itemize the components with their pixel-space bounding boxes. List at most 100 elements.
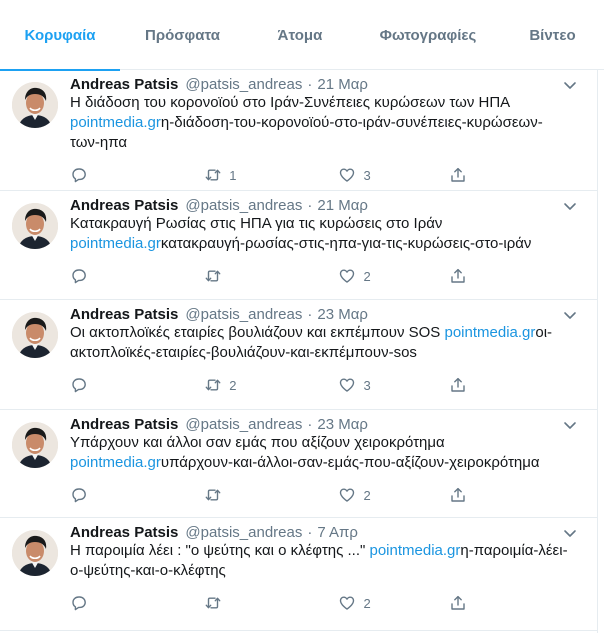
tweet[interactable]: Andreas Patsis @patsis_andreas · 21 Μαρ … (0, 70, 597, 191)
tweet-actions: 2 3 (70, 375, 597, 395)
retweet-button[interactable]: 1 (204, 166, 338, 184)
author-name[interactable]: Andreas Patsis (70, 524, 178, 541)
tweet-body: Κατακραυγή Ρωσίας στις ΗΠΑ για τις κυρώσ… (70, 215, 443, 232)
author-handle[interactable]: @patsis_andreas (185, 197, 302, 214)
author-name[interactable]: Andreas Patsis (70, 306, 178, 323)
retweet-icon (205, 597, 221, 609)
heart-icon (340, 168, 355, 182)
separator-dot: · (307, 76, 313, 93)
retweet-count: 2 (229, 377, 237, 393)
avatar-portrait-icon (12, 203, 58, 249)
tweet-timestamp[interactable]: 23 Μαρ (317, 306, 368, 323)
tweet[interactable]: Andreas Patsis @patsis_andreas · 23 Μαρ … (0, 300, 597, 410)
reply-button[interactable] (70, 267, 204, 285)
reply-icon (72, 168, 86, 183)
tweet-timestamp[interactable]: 21 Μαρ (317, 76, 368, 93)
retweet-icon (205, 489, 221, 501)
tweet-text: Η διάδοση του κορονοϊού στο Ιράν-Συνέπει… (70, 93, 597, 153)
tweet-text: Οι ακτοπλοϊκές εταιρίες βουλιάζουν και ε… (70, 323, 597, 363)
reply-icon (72, 488, 86, 503)
author-name[interactable]: Andreas Patsis (70, 416, 178, 433)
tweet-text: Η παροιμία λέει : "ο ψεύτης και ο κλέφτη… (70, 541, 597, 581)
share-icon (451, 167, 465, 182)
heart-icon (340, 378, 355, 392)
like-button[interactable]: 3 (338, 166, 449, 184)
author-handle[interactable]: @patsis_andreas (185, 76, 302, 93)
share-button[interactable] (449, 594, 597, 612)
tweet-timestamp[interactable]: 7 Απρ (317, 524, 358, 541)
tweet-body: Οι ακτοπλοϊκές εταιρίες βουλιάζουν και ε… (70, 324, 441, 341)
retweet-button[interactable]: 2 (204, 376, 338, 394)
tweet-link[interactable]: pointmedia.gr (70, 114, 161, 131)
tab-top[interactable]: Κορυφαία (0, 0, 120, 71)
tweet[interactable]: Andreas Patsis @patsis_andreas · 21 Μαρ … (0, 191, 597, 300)
tweet-timestamp[interactable]: 23 Μαρ (317, 416, 368, 433)
retweet-button[interactable] (204, 594, 338, 612)
share-button[interactable] (449, 166, 597, 184)
share-icon (451, 268, 465, 283)
reply-button[interactable] (70, 486, 204, 504)
avatar[interactable] (12, 422, 58, 468)
reply-icon (72, 378, 86, 393)
separator-dot: · (307, 524, 313, 541)
reply-button[interactable] (70, 594, 204, 612)
avatar[interactable] (12, 312, 58, 358)
avatar[interactable] (12, 530, 58, 576)
tweet[interactable]: Andreas Patsis @patsis_andreas · 7 Απρ Η… (0, 518, 597, 631)
heart-icon (340, 488, 355, 502)
chevron-down-icon[interactable] (563, 199, 577, 213)
reply-button[interactable] (70, 376, 204, 394)
author-name[interactable]: Andreas Patsis (70, 76, 178, 93)
retweet-count: 1 (229, 167, 237, 183)
share-button[interactable] (449, 267, 597, 285)
tweet-link[interactable]: pointmedia.gr (369, 542, 460, 559)
tab-videos[interactable]: Βίντεο (501, 0, 604, 70)
tab-people[interactable]: Άτομα (245, 0, 355, 70)
chevron-down-icon[interactable] (563, 526, 577, 540)
tweet-header: Andreas Patsis @patsis_andreas · 7 Απρ (70, 518, 597, 541)
tweet-body: Η διάδοση του κορονοϊού στο Ιράν-Συνέπει… (70, 94, 510, 111)
retweet-icon (205, 379, 221, 391)
author-name[interactable]: Andreas Patsis (70, 197, 178, 214)
avatar[interactable] (12, 203, 58, 249)
share-button[interactable] (449, 376, 597, 394)
retweet-icon (205, 270, 221, 282)
tweet-text: Κατακραυγή Ρωσίας στις ΗΠΑ για τις κυρώσ… (70, 214, 597, 254)
avatar[interactable] (12, 82, 58, 128)
tweet[interactable]: Andreas Patsis @patsis_andreas · 23 Μαρ … (0, 410, 597, 518)
heart-icon (340, 596, 355, 610)
tweet-actions: 1 3 (70, 165, 597, 185)
search-tabs: Κορυφαία Πρόσφατα Άτομα Φωτογραφίες Βίντ… (0, 0, 604, 71)
tweet-link[interactable]: pointmedia.gr (444, 324, 535, 341)
tweet-link-path: υπάρχουν-και-άλλοι-σαν-εμάς-που-αξίζουν-… (160, 454, 540, 471)
author-handle[interactable]: @patsis_andreas (185, 416, 302, 433)
tweet-timestamp[interactable]: 21 Μαρ (317, 197, 368, 214)
like-button[interactable]: 2 (338, 486, 449, 504)
reply-button[interactable] (70, 166, 204, 184)
chevron-down-icon[interactable] (563, 308, 577, 322)
tweet-link[interactable]: pointmedia.gr (70, 235, 161, 252)
share-icon (451, 377, 465, 392)
tab-latest[interactable]: Πρόσφατα (120, 0, 245, 70)
tweet-link[interactable]: pointmedia.gr (70, 454, 161, 471)
tweet-header: Andreas Patsis @patsis_andreas · 21 Μαρ (70, 191, 597, 214)
share-button[interactable] (449, 486, 597, 504)
like-button[interactable]: 2 (338, 267, 449, 285)
like-button[interactable]: 3 (338, 376, 449, 394)
retweet-button[interactable] (204, 267, 338, 285)
tab-photos[interactable]: Φωτογραφίες (355, 0, 501, 70)
retweet-button[interactable] (204, 486, 338, 504)
like-button[interactable]: 2 (338, 594, 449, 612)
tweet-actions: 2 (70, 266, 597, 286)
reply-icon (72, 269, 86, 284)
reply-icon (72, 596, 86, 611)
tweet-body: Υπάρχουν και άλλοι σαν εμάς που αξίζουν … (70, 434, 445, 451)
chevron-down-icon[interactable] (563, 418, 577, 432)
author-handle[interactable]: @patsis_andreas (185, 524, 302, 541)
tweet-header: Andreas Patsis @patsis_andreas · 21 Μαρ (70, 70, 597, 93)
like-count: 3 (363, 377, 371, 393)
chevron-down-icon[interactable] (563, 78, 577, 92)
tweet-header: Andreas Patsis @patsis_andreas · 23 Μαρ (70, 300, 597, 323)
share-icon (451, 595, 465, 610)
author-handle[interactable]: @patsis_andreas (185, 306, 302, 323)
